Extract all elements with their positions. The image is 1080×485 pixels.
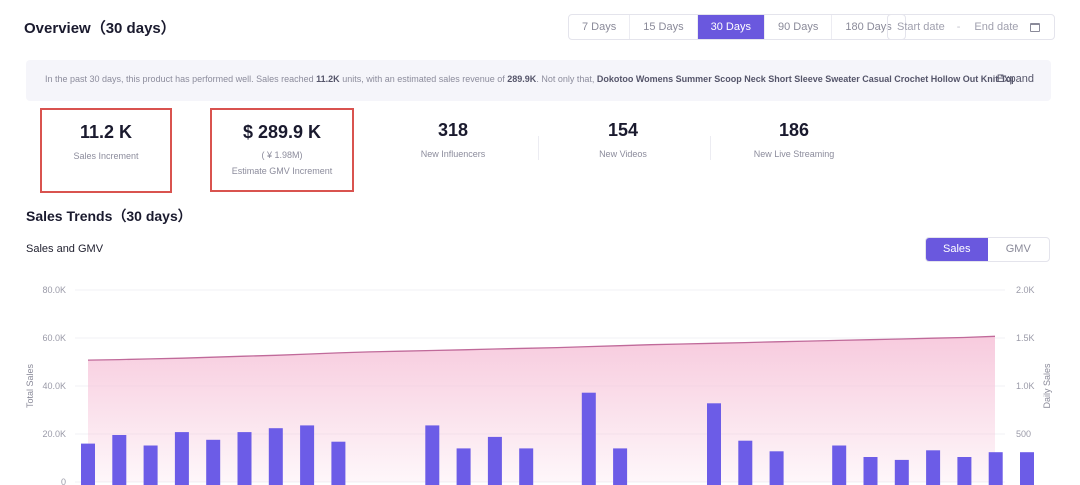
y-tick-label: 60.0K: [42, 333, 66, 343]
summary-text: In the past 30 days, this product has pe…: [45, 74, 1013, 84]
daily-sales-bar: [487, 436, 502, 485]
daily-sales-bar: [894, 459, 909, 485]
stat-gmv-increment: $ 289.9 K ( ¥ 1.98M) Estimate GMV Increm…: [210, 108, 354, 192]
daily-sales-bar: [237, 432, 252, 485]
daily-sales-bar: [425, 425, 440, 485]
summary-text-part: In the past 30 days, this product has pe…: [45, 74, 317, 84]
y-tick-label: 80.0K: [42, 285, 66, 295]
stat-divider: [538, 136, 539, 160]
y-tick-label: 0: [61, 477, 66, 485]
y2-tick-label: 1.0K: [1016, 381, 1035, 391]
daily-sales-bar: [926, 450, 941, 485]
daily-sales-bar: [206, 439, 221, 485]
start-date-input[interactable]: Start date: [897, 21, 945, 33]
daily-sales-bar: [112, 435, 127, 485]
daily-sales-bar: [174, 432, 189, 485]
daily-sales-bar: [707, 403, 721, 485]
daily-sales-bar: [519, 448, 534, 485]
tab-7-days[interactable]: 7 Days: [569, 15, 631, 39]
y-tick-label: 20.0K: [42, 429, 66, 439]
stat-sales-increment: 11.2 K Sales Increment: [40, 108, 172, 193]
daily-sales-bar: [769, 451, 784, 485]
daily-sales-bar: [1020, 452, 1034, 485]
summary-units: 11.2K: [316, 74, 340, 84]
stat-new-influencers: 318 New Influencers: [392, 108, 514, 159]
stat-value: 11.2 K: [79, 122, 133, 142]
daily-sales-bar: [581, 392, 596, 485]
stat-label: New Influencers: [420, 149, 486, 159]
daily-sales-bar: [738, 440, 753, 485]
summary-revenue: 289.9K: [507, 74, 537, 84]
daily-sales-bar: [988, 452, 1003, 485]
y2-axis-title: Daily Sales: [1042, 363, 1052, 409]
calendar-icon[interactable]: [1030, 22, 1041, 32]
overview-title: Overview（30 days）: [24, 20, 176, 37]
tab-30-days[interactable]: 30 Days: [697, 15, 765, 39]
toggle-sales[interactable]: Sales: [926, 238, 988, 261]
stat-value: 318: [437, 120, 469, 140]
daily-sales-bar: [81, 443, 95, 485]
sales-gmv-toggle: Sales GMV: [925, 237, 1050, 262]
daily-sales-bar: [863, 457, 878, 485]
tab-15-days[interactable]: 15 Days: [630, 15, 698, 39]
y2-tick-label: 500: [1016, 429, 1031, 439]
date-range-picker[interactable]: Start date - End date: [887, 14, 1055, 40]
stat-value: $ 289.9 K: [242, 122, 322, 142]
date-range-tabs: 7 Days 15 Days 30 Days 90 Days 180 Days: [568, 14, 906, 40]
total-sales-area: [88, 336, 995, 482]
tab-90-days[interactable]: 90 Days: [765, 15, 833, 39]
expand-link[interactable]: Expand: [997, 73, 1034, 85]
daily-sales-bar: [456, 448, 471, 485]
stat-label: New Live Streaming: [753, 149, 835, 159]
y-tick-label: 40.0K: [42, 381, 66, 391]
toggle-gmv[interactable]: GMV: [988, 238, 1050, 261]
stat-sub-value: ( ¥ 1.98M): [261, 150, 303, 160]
y-axis-title: Total Sales: [25, 363, 35, 408]
end-date-input[interactable]: End date: [974, 21, 1018, 33]
stat-value: 154: [607, 120, 639, 140]
date-separator: -: [956, 21, 961, 33]
stat-value: 186: [778, 120, 810, 140]
summary-text-part: units, with an estimated sales revenue o…: [339, 74, 508, 84]
sales-trends-title: Sales Trends（30 days）: [26, 208, 192, 224]
summary-box: In the past 30 days, this product has pe…: [26, 60, 1051, 101]
daily-sales-bar: [300, 425, 315, 485]
summary-text-part: . Not only that,: [536, 74, 597, 84]
daily-sales-bar: [957, 457, 972, 485]
sales-trend-chart: 0 20.0K 40.0K 60.0K 80.0K 500 1.0K 1.5K 2.0K Tota…: [25, 285, 1052, 485]
y2-tick-label: 1.5K: [1016, 333, 1035, 343]
y2-tick-label: 2.0K: [1016, 285, 1035, 295]
stat-new-live-streaming: 186 New Live Streaming: [733, 108, 855, 159]
daily-sales-bar: [331, 441, 346, 485]
daily-sales-bar: [143, 445, 158, 485]
stat-new-videos: 154 New Videos: [562, 108, 684, 159]
stat-divider: [710, 136, 711, 160]
summary-product: Dokotoo Womens Summer Scoop Neck Short S…: [596, 74, 1013, 84]
stat-label: Sales Increment: [73, 151, 139, 161]
stat-label: Estimate GMV Increment: [231, 166, 333, 176]
stat-label: New Videos: [599, 149, 647, 159]
daily-sales-bar: [832, 445, 847, 485]
daily-sales-bar: [268, 428, 283, 485]
chart-title: Sales and GMV: [26, 243, 104, 255]
daily-sales-bar: [613, 448, 628, 485]
